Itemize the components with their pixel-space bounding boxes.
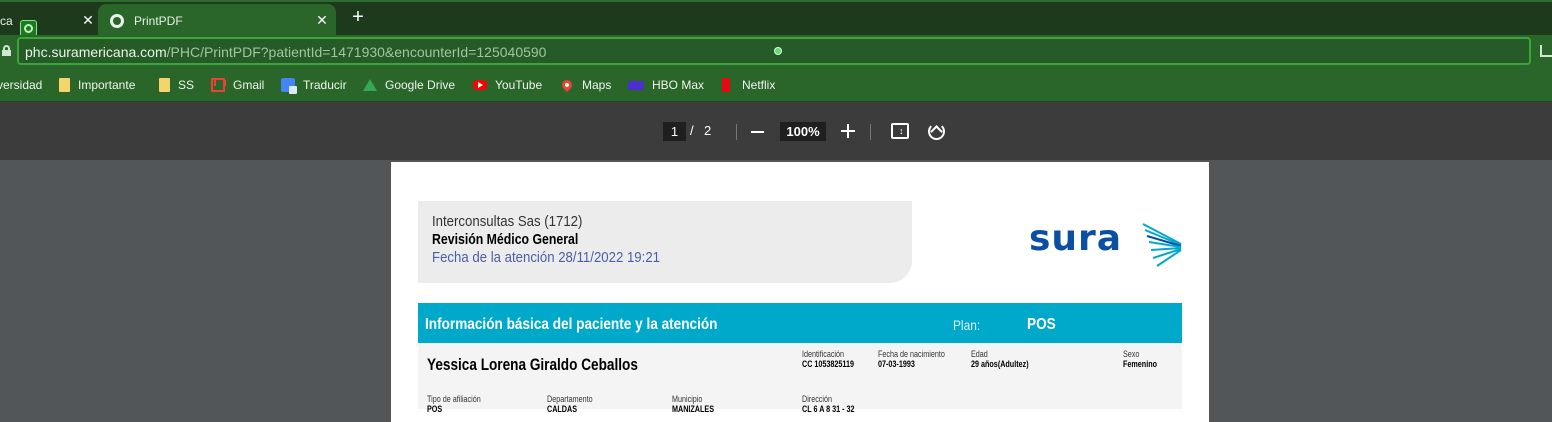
toolbar-divider: [736, 124, 737, 140]
field-label: Departamento: [547, 394, 593, 404]
bookmark-netflix[interactable]: Netflix: [722, 77, 775, 93]
bookmark-label: SS: [178, 78, 195, 92]
field-value: Femenino: [1123, 359, 1158, 369]
bookmark-label: Traducir: [303, 78, 347, 92]
gmail-icon: [211, 78, 225, 92]
translate-icon: [281, 78, 297, 94]
tab-inactive[interactable]: ca ✕: [0, 4, 98, 37]
bookmark-youtube[interactable]: YouTube: [473, 77, 542, 93]
field-value: CALDAS: [547, 404, 577, 414]
logo-text: sura: [1029, 218, 1123, 259]
field-label: Identificación: [802, 349, 845, 359]
pdf-viewer[interactable]: Interconsultas Sas (1712) Revisión Médic…: [0, 160, 1552, 422]
field-department: Departamento CALDAS: [547, 394, 604, 414]
plan-value: POS: [1027, 316, 1056, 333]
bookmark-gmail[interactable]: Gmail: [211, 77, 264, 93]
field-birthdate: Fecha de nacimiento 07-03-1993: [878, 349, 962, 369]
field-label: Dirección: [802, 394, 833, 404]
encounter-header: Interconsultas Sas (1712) Revisión Médic…: [418, 201, 912, 283]
field-value: CL 6 A 8 31 - 32: [802, 404, 855, 414]
page-total: 2: [704, 123, 712, 138]
field-age: Edad 29 años(Adultez): [971, 349, 1043, 369]
bookmark-universidad[interactable]: versidad: [0, 77, 42, 93]
netflix-icon: [722, 78, 730, 92]
patient-info-section-header: Información básica del paciente y la ate…: [418, 303, 1182, 343]
field-identification: Identificación CC 1053825119: [802, 349, 867, 369]
folder-icon: [159, 78, 170, 92]
field-affiliation: Tipo de afiliación POS: [427, 394, 494, 414]
url-path: /PHC/PrintPDF?patientId=1471930&encounte…: [166, 44, 547, 60]
pdf-toolbar: 1 / 2 100% ↕: [0, 102, 1552, 160]
tab-close-icon[interactable]: ✕: [312, 12, 332, 29]
bookmark-label: Netflix: [742, 78, 776, 92]
field-label: Municipio: [672, 394, 703, 404]
bookmark-importante[interactable]: Importante: [59, 77, 135, 93]
bookmark-ss[interactable]: SS: [159, 77, 194, 93]
page-separator: /: [690, 123, 694, 138]
bookmark-google-drive[interactable]: Google Drive: [363, 77, 455, 93]
bookmark-label: versidad: [0, 78, 43, 92]
extension-status-icon[interactable]: [774, 47, 782, 55]
address-bar: phc.suramericana.com/PHC/PrintPDF?patien…: [0, 35, 1552, 69]
bookmark-hbo-max[interactable]: HBO Max: [628, 77, 704, 93]
zoom-level-input[interactable]: 100%: [780, 122, 826, 141]
globe-icon: [110, 13, 124, 28]
folder-icon: [59, 78, 70, 92]
tab-printpdf[interactable]: PrintPDF ✕: [98, 4, 336, 37]
field-label: Edad: [971, 349, 988, 359]
patient-name: Yessica Lorena Giraldo Ceballos: [427, 355, 638, 374]
lock-icon[interactable]: [2, 45, 11, 56]
fit-to-page-icon[interactable]: ↕: [891, 123, 909, 139]
bookmark-label: HBO Max: [652, 78, 705, 92]
bookmark-maps[interactable]: Maps: [559, 77, 612, 93]
zoom-out-icon[interactable]: [751, 131, 764, 133]
tab-strip: ca ✕ PrintPDF ✕ +: [0, 0, 1552, 37]
rotate-icon[interactable]: [928, 123, 945, 140]
field-label: Sexo: [1123, 349, 1140, 359]
url-domain: phc.suramericana.com: [25, 44, 167, 60]
bookmark-label: Importante: [78, 78, 136, 92]
toolbar-divider: [870, 124, 871, 140]
clinic-name: Interconsultas Sas (1712): [432, 213, 583, 230]
url-text: phc.suramericana.com/PHC/PrintPDF?patien…: [25, 44, 546, 60]
tab-title: PrintPDF: [134, 13, 183, 28]
field-value: 07-03-1993: [878, 359, 915, 369]
youtube-icon: [473, 80, 487, 90]
share-icon[interactable]: [1540, 45, 1552, 57]
field-value: CC 1053825119: [802, 359, 855, 369]
encounter-date: Fecha de la atención 28/11/2022 19:21: [432, 249, 661, 266]
bookmark-label: Gmail: [233, 78, 265, 92]
patient-info-row: Yessica Lorena Giraldo Ceballos Identifi…: [418, 343, 1182, 414]
tab-title: ca: [0, 13, 13, 28]
drive-icon: [363, 79, 377, 91]
plan-label: Plan:: [953, 317, 981, 333]
new-tab-button[interactable]: +: [346, 6, 370, 29]
page-number-input[interactable]: 1: [663, 122, 686, 141]
bookmark-traducir[interactable]: Traducir: [281, 77, 347, 94]
hbo-icon: [628, 80, 644, 90]
field-sex: Sexo Femenino: [1123, 349, 1166, 369]
bookmarks-bar: versidad Importante SS Gmail Traducir Go…: [0, 69, 1552, 102]
bookmark-label: Google Drive: [385, 78, 456, 92]
sura-wings-icon: [1142, 223, 1182, 267]
zoom-in-icon[interactable]: [841, 124, 855, 138]
field-value: POS: [427, 404, 443, 414]
pdf-page: Interconsultas Sas (1712) Revisión Médic…: [391, 162, 1209, 422]
field-address: Dirección CL 6 A 8 31 - 32: [802, 394, 868, 414]
tab-close-icon[interactable]: ✕: [78, 12, 98, 29]
field-label: Tipo de afiliación: [427, 394, 481, 404]
encounter-type: Revisión Médico General: [432, 231, 579, 248]
bookmark-label: Maps: [582, 78, 612, 92]
section-title: Información básica del paciente y la ate…: [425, 316, 718, 333]
field-municipality: Municipio MANIZALES: [672, 394, 725, 414]
maps-icon: [559, 77, 575, 93]
field-value: MANIZALES: [672, 404, 714, 414]
url-input[interactable]: phc.suramericana.com/PHC/PrintPDF?patien…: [17, 37, 1531, 65]
bookmark-label: YouTube: [495, 78, 543, 92]
sura-logo: sura: [1029, 218, 1185, 270]
field-label: Fecha de nacimiento: [878, 349, 945, 359]
field-value: 29 años(Adultez): [971, 359, 1029, 369]
